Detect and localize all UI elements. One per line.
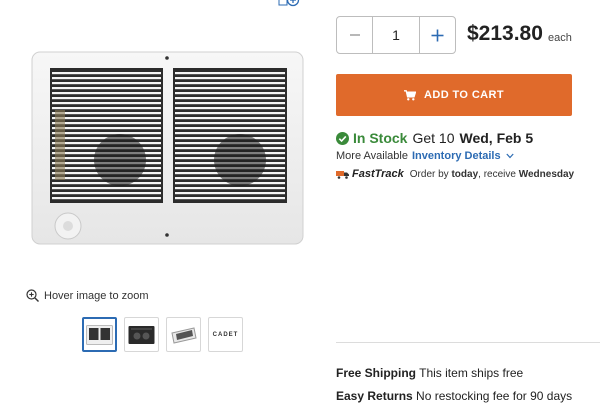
brand-logo-text: CADET <box>212 331 239 338</box>
fasttrack-receive: , receive <box>478 168 516 180</box>
fasttrack-receive-day: Wednesday <box>518 168 575 180</box>
in-stock-label: In Stock <box>353 130 408 146</box>
fasttrack-order-when: today <box>451 168 479 180</box>
delivery-date: Wed, Feb 5 <box>459 130 534 146</box>
quantity-input[interactable] <box>372 17 420 53</box>
inventory-details-link[interactable]: Inventory Details <box>412 150 514 162</box>
compare-add-icon[interactable] <box>278 0 300 8</box>
fasttrack-order-by: Order by <box>409 168 449 180</box>
add-to-cart-button[interactable]: ADD TO CART <box>336 74 572 116</box>
easy-returns-row: Easy Returns No restocking fee for 90 da… <box>336 389 572 403</box>
divider <box>336 342 600 343</box>
free-shipping-title: Free Shipping <box>336 366 417 380</box>
fasttrack-name: FastTrack <box>352 168 404 180</box>
product-price: $213.80 <box>467 22 543 45</box>
free-shipping-row: Free Shipping This item ships free <box>336 366 523 380</box>
easy-returns-title: Easy Returns <box>336 389 413 403</box>
decrease-quantity-button[interactable] <box>337 17 372 53</box>
add-to-cart-label: ADD TO CART <box>424 89 504 101</box>
fasttrack-logo: FastTrack <box>336 168 404 180</box>
thumbnail-brand-logo[interactable]: CADET <box>208 317 243 352</box>
more-available-label: More Available <box>336 150 408 162</box>
inventory-details-label: Inventory Details <box>411 150 501 162</box>
thumbnail-strip: CADET <box>82 317 243 352</box>
minus-icon <box>349 34 360 36</box>
thumbnail-back[interactable] <box>124 317 159 352</box>
quantity-stepper <box>336 16 456 54</box>
chevron-down-icon <box>506 153 514 159</box>
check-circle-icon <box>336 131 349 145</box>
easy-returns-text: No restocking fee for 90 days <box>416 389 573 403</box>
more-available-row: More Available Inventory Details <box>336 150 514 162</box>
product-main-image[interactable] <box>30 50 305 246</box>
fasttrack-row: FastTrack Order by today, receive Wednes… <box>336 168 574 180</box>
zoom-hint-label: Hover image to zoom <box>44 289 149 302</box>
fasttrack-truck-icon <box>336 171 349 179</box>
thumbnail-angle[interactable] <box>166 317 201 352</box>
zoom-hint: Hover image to zoom <box>26 289 149 302</box>
available-quantity: Get 10 <box>412 130 455 146</box>
plus-icon <box>431 29 444 41</box>
zoom-in-icon <box>26 289 39 302</box>
stock-status: In Stock Get 10 Wed, Feb 5 <box>336 130 533 146</box>
increase-quantity-button[interactable] <box>420 17 455 53</box>
price-unit: each <box>548 32 572 44</box>
thumbnail-front[interactable] <box>82 317 117 352</box>
free-shipping-text: This item ships free <box>419 366 524 380</box>
cart-icon <box>404 89 416 100</box>
